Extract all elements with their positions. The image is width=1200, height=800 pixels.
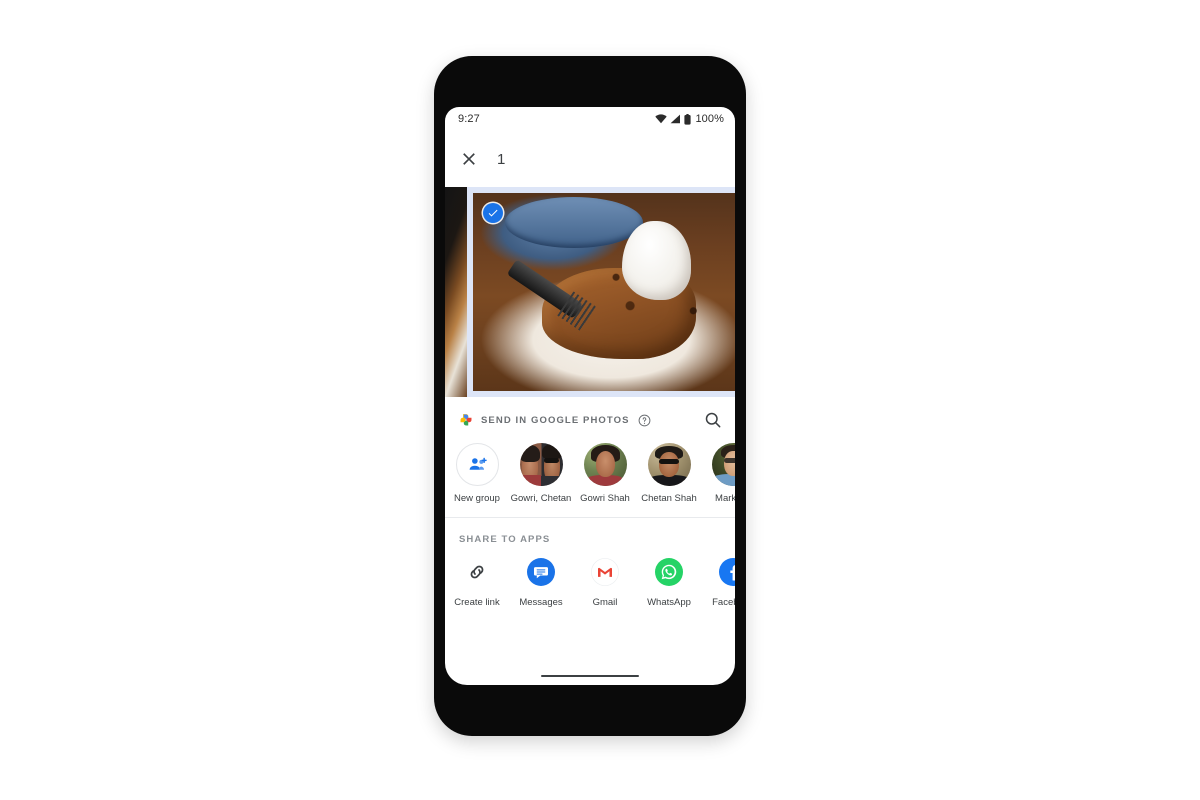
share-sheet: SEND IN GOOGLE PHOTOS New group Gowri, C…: [445, 397, 735, 622]
whatsapp-icon: [652, 555, 686, 589]
app-name: Create link: [454, 597, 500, 608]
facebook-icon: [716, 555, 735, 589]
contact-gowri-shah[interactable]: Gowri Shah: [573, 443, 637, 505]
status-bar: 9:27 100%: [445, 107, 735, 131]
phone-screen: 9:27 100% 1 SEND IN GOOGLE PHOTOS New gr…: [445, 107, 735, 685]
app-messages[interactable]: Messages: [509, 555, 573, 608]
cell-signal-icon: [671, 114, 681, 124]
contact-name: Gowri, Chetan: [510, 493, 572, 504]
app-whatsapp[interactable]: WhatsApp: [637, 555, 701, 608]
photo-thumbnail-selected[interactable]: [467, 187, 735, 397]
search-icon[interactable]: [703, 410, 723, 430]
person-add-icon: [469, 457, 487, 470]
app-facebook[interactable]: Facebook: [701, 555, 735, 608]
status-time: 9:27: [458, 113, 480, 125]
photo-thumbnail-left[interactable]: [445, 187, 467, 397]
app-name: Facebook: [712, 597, 735, 608]
close-icon[interactable]: [459, 149, 479, 169]
photo-selected-checkmark-icon[interactable]: [483, 203, 503, 223]
send-in-google-photos-header: SEND IN GOOGLE PHOTOS: [445, 397, 735, 443]
contact-new-group[interactable]: New group: [445, 443, 509, 505]
contact-name: Gowri Shah: [580, 493, 630, 504]
app-name: Gmail: [592, 597, 618, 608]
app-create-link[interactable]: Create link: [445, 555, 509, 608]
phone-device-frame: 9:27 100% 1 SEND IN GOOGLE PHOTOS New gr…: [434, 56, 746, 736]
contact-name: New group: [454, 493, 500, 504]
wifi-icon: [655, 114, 668, 124]
send-section-label: SEND IN GOOGLE PHOTOS: [481, 414, 630, 426]
battery-percent: 100%: [695, 113, 724, 125]
battery-icon: [684, 113, 692, 125]
avatar: [583, 443, 627, 486]
selected-count: 1: [497, 150, 506, 168]
messages-icon: [524, 555, 558, 589]
check-icon: [488, 209, 498, 217]
photo-thumbnail-image: [445, 187, 467, 397]
photo-strip[interactable]: [445, 187, 735, 397]
status-indicators: 100%: [655, 113, 724, 125]
contact-mark[interactable]: Mark Ch: [701, 443, 735, 505]
share-to-apps-label: SHARE TO APPS: [459, 534, 551, 545]
contact-name: Chetan Shah: [641, 493, 697, 504]
contact-gowri-chetan[interactable]: Gowri, Chetan: [509, 443, 573, 505]
app-name: Messages: [519, 597, 563, 608]
page-root: 9:27 100% 1 SEND IN GOOGLE PHOTOS New gr…: [0, 0, 1200, 800]
contact-chetan-shah[interactable]: Chetan Shah: [637, 443, 701, 505]
avatar: [455, 443, 499, 486]
google-photos-icon: [460, 414, 472, 426]
app-name: WhatsApp: [647, 597, 691, 608]
home-gesture-bar[interactable]: [541, 675, 639, 677]
app-bar: 1: [445, 131, 735, 187]
help-circle-icon[interactable]: [638, 414, 651, 427]
dessert-photo: [473, 193, 735, 391]
contact-name: Mark Ch: [715, 493, 735, 504]
app-gmail[interactable]: Gmail: [573, 555, 637, 608]
avatar: [711, 443, 735, 486]
apps-row[interactable]: Create link Messages Gmail WhatsApp Face: [445, 555, 735, 622]
avatar: [647, 443, 691, 486]
photo-thumbnail-image: [473, 193, 735, 391]
gmail-icon: [588, 555, 622, 589]
link-icon: [460, 555, 494, 589]
contacts-row[interactable]: New group Gowri, Chetan Gowri Shah Cheta…: [445, 443, 735, 517]
avatar: [519, 443, 563, 486]
